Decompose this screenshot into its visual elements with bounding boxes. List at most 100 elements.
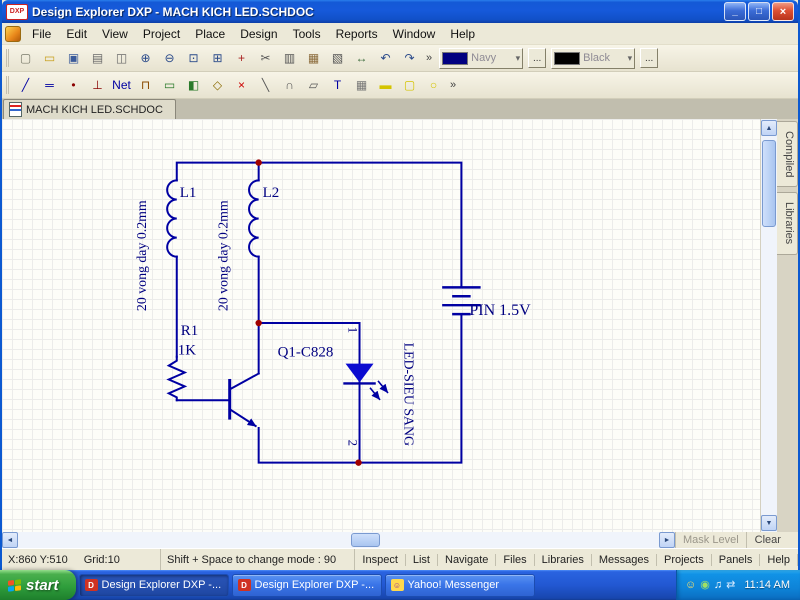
title-bar[interactable]: DXP Design Explorer DXP - MACH KICH LED.… [2,0,798,23]
menu-items: FileEditViewProjectPlaceDesignToolsRepor… [25,25,482,43]
maximize-button[interactable]: □ [748,2,770,21]
network-tray-icon[interactable]: ⇄ [726,580,735,591]
part-tool-icon[interactable]: ⊓ [134,74,157,96]
zoom-in-icon[interactable]: ⊕ [134,47,157,69]
yahoo-tray-icon[interactable]: ☺ [685,580,696,591]
toolbar-grip[interactable] [6,76,9,94]
gnd-power-port-icon[interactable]: ⊥ [86,74,109,96]
menu-design[interactable]: Design [233,25,284,43]
wire-tool-icon[interactable]: ╱ [14,74,37,96]
toolbar-overflow-chevron[interactable]: » [446,79,460,91]
task-button-yahoo-messenger[interactable]: ☺ Yahoo! Messenger [385,574,535,597]
messages-panel-button[interactable]: Messages [592,554,657,566]
tray-icon-list: ☺ ◉ ♫ ⇄ [685,580,735,591]
arc-tool-icon[interactable]: ∩ [278,74,301,96]
vertical-scroll-thumb[interactable] [762,140,776,227]
minimize-button[interactable]: _ [724,2,746,21]
pin-1-label: 1 [346,327,361,333]
scroll-left-icon[interactable]: ◄ [2,532,18,548]
menu-place[interactable]: Place [188,25,232,43]
list-button[interactable]: List [406,554,438,566]
paste-icon[interactable]: ▦ [302,47,325,69]
files-panel-button[interactable]: Files [496,554,534,566]
cut-icon[interactable]: ✂ [254,47,277,69]
toolbar-grip[interactable] [6,49,9,67]
black-color-swatch [554,52,580,65]
save-icon[interactable]: ▣ [62,47,85,69]
app-window: DXP Design Explorer DXP - MACH KICH LED.… [0,0,800,570]
move-icon[interactable]: ↔ [350,47,373,69]
horizontal-scrollbar[interactable]: ◄ ► [2,532,675,548]
led-triangle [346,364,374,383]
new-document-icon[interactable]: ▢ [14,47,37,69]
redo-icon[interactable]: ↷ [398,47,421,69]
menu-edit[interactable]: Edit [59,25,94,43]
print-preview-icon[interactable]: ◫ [110,47,133,69]
line-tool-icon[interactable]: ╲ [254,74,277,96]
navigate-button[interactable]: Navigate [438,554,496,566]
toolbar-overflow-chevron[interactable]: » [422,52,436,64]
menu-tools[interactable]: Tools [286,25,328,43]
scroll-down-icon[interactable]: ▼ [761,515,777,531]
polygon-tool-icon[interactable]: ▱ [302,74,325,96]
inspect-button[interactable]: Inspect [355,554,405,566]
junction-tool-icon[interactable]: • [62,74,85,96]
scroll-right-icon[interactable]: ► [659,532,675,548]
volume-tray-icon[interactable]: ♫ [714,580,722,591]
main-area: L1 L2 20 vong day 0.2mm 20 vong day 0.2m… [2,119,798,532]
clear-button[interactable]: Clear [747,534,789,546]
sheet-entry-icon[interactable]: ◧ [182,74,205,96]
dxp-menu-icon[interactable] [5,26,21,42]
port-tool-icon[interactable]: ◇ [206,74,229,96]
menu-help[interactable]: Help [443,25,482,43]
status-bar: X:860 Y:510 Grid:10 Shift + Space to cha… [2,548,798,570]
more-colors-button-2[interactable]: ... [640,48,658,68]
menu-view[interactable]: View [95,25,135,43]
select-area-icon[interactable]: ▧ [326,47,349,69]
sheet-symbol-icon[interactable]: ▭ [158,74,181,96]
zoom-out-icon[interactable]: ⊖ [158,47,181,69]
menu-reports[interactable]: Reports [329,25,385,43]
mask-level-button[interactable]: Mask Level [676,532,747,548]
menu-project[interactable]: Project [136,25,187,43]
text-tool-icon[interactable]: T [326,74,349,96]
zoom-area-icon[interactable]: ⊞ [206,47,229,69]
l2-designator: L2 [263,185,280,201]
color-picker-navy[interactable]: Navy ▾ [439,48,523,69]
panels-button[interactable]: Panels [712,554,761,566]
ellipse-tool-icon[interactable]: ○ [422,74,445,96]
menu-file[interactable]: File [25,25,58,43]
rounded-rect-tool-icon[interactable]: ▢ [398,74,421,96]
bus-tool-icon[interactable]: ═ [38,74,61,96]
rectangle-tool-icon[interactable]: ▬ [374,74,397,96]
open-folder-icon[interactable]: ▭ [38,47,61,69]
libraries-panel-button[interactable]: Libraries [535,554,592,566]
vertical-scrollbar[interactable]: ▲ ▼ [760,119,777,532]
chevron-down-icon: ▾ [628,53,633,64]
document-tab-active[interactable]: MACH KICH LED.SCHDOC [3,99,176,119]
task-button-design-explorer-1[interactable]: D Design Explorer DXP -... [79,574,229,597]
undo-icon[interactable]: ↶ [374,47,397,69]
side-tab-libraries[interactable]: Libraries [777,192,798,254]
menu-window[interactable]: Window [386,25,443,43]
horizontal-scroll-track[interactable] [18,532,659,548]
close-button[interactable]: × [772,2,794,21]
start-button[interactable]: start [0,570,76,600]
color-picker-black[interactable]: Black ▾ [551,48,635,69]
copy-icon[interactable]: ▥ [278,47,301,69]
task-button-design-explorer-2[interactable]: D Design Explorer DXP -... [232,574,382,597]
print-icon[interactable]: ▤ [86,47,109,69]
zoom-fit-icon[interactable]: ⊡ [182,47,205,69]
no-erc-icon[interactable]: × [230,74,253,96]
side-tab-compiled[interactable]: Compiled [777,121,798,187]
horizontal-scroll-thumb[interactable] [351,533,380,547]
grid-toggle-icon[interactable]: ▦ [350,74,373,96]
projects-panel-button[interactable]: Projects [657,554,712,566]
schematic-canvas[interactable]: L1 L2 20 vong day 0.2mm 20 vong day 0.2m… [2,119,760,532]
status-tray-icon[interactable]: ◉ [700,580,710,591]
scroll-up-icon[interactable]: ▲ [761,120,777,136]
net-label-icon[interactable]: Net [110,74,133,96]
help-panel-button[interactable]: Help [760,554,798,566]
cross-probe-icon[interactable]: + [230,47,253,69]
more-colors-button-1[interactable]: ... [528,48,546,68]
